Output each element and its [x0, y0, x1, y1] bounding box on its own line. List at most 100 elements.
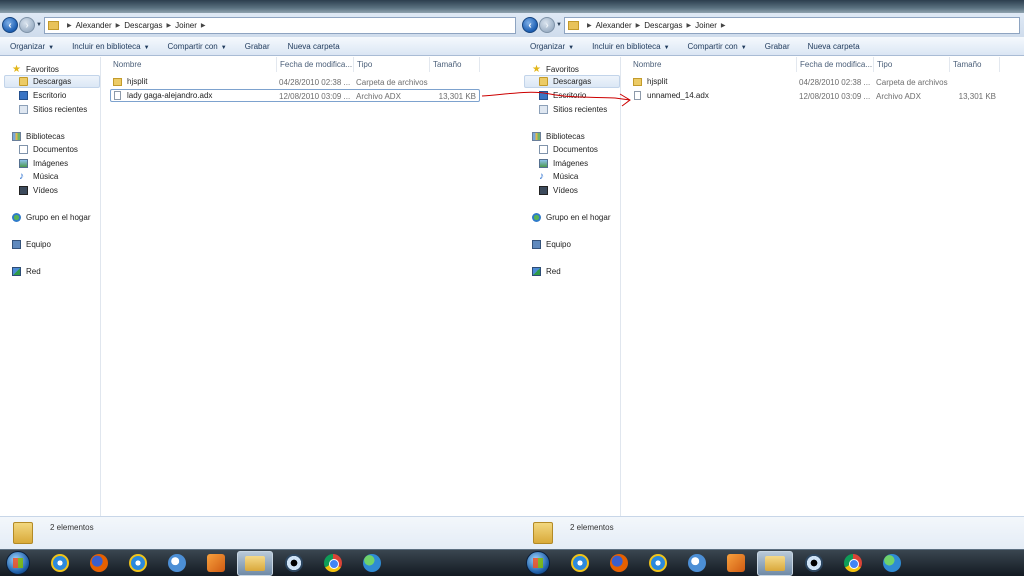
chevron-right-icon[interactable]: ▶ [166, 22, 171, 29]
breadcrumb-item[interactable]: Joiner [695, 21, 717, 30]
column-divider[interactable] [873, 57, 874, 72]
nav-favorites[interactable]: ★ Favoritos [12, 63, 59, 75]
forward-button[interactable]: › [539, 17, 555, 33]
column-divider[interactable] [353, 57, 354, 72]
nav-images[interactable]: Imágenes [19, 157, 68, 169]
chevron-right-icon[interactable]: ▶ [636, 22, 641, 29]
file-row[interactable]: hjsplit 04/28/2010 02:38 ... Carpeta de … [630, 76, 1000, 89]
column-date-modified[interactable]: Fecha de modifica... [280, 60, 352, 69]
column-name[interactable]: Nombre [633, 60, 661, 69]
title-bar[interactable] [0, 0, 520, 13]
taskbar-app-chrome[interactable] [835, 551, 871, 576]
file-icon [114, 91, 121, 100]
file-row[interactable]: lady gaga-alejandro.adx 12/08/2010 03:09… [110, 89, 480, 102]
chevron-right-icon[interactable]: ▶ [686, 22, 691, 29]
address-bar[interactable]: ▶ Alexander ▶ Descargas ▶ Joiner ▶ [43, 16, 516, 34]
organize-button[interactable]: Organizar ▼ [530, 42, 574, 51]
taskbar-app-messenger[interactable] [679, 551, 715, 576]
forward-button[interactable]: › [19, 17, 35, 33]
chevron-right-icon[interactable]: ▶ [67, 22, 72, 29]
taskbar-app-media-player[interactable] [198, 551, 234, 576]
include-in-library-button[interactable]: Incluir en biblioteca ▼ [592, 42, 669, 51]
start-button[interactable] [526, 551, 550, 575]
nav-documents[interactable]: Documentos [539, 143, 598, 155]
taskbar-app-messenger[interactable] [159, 551, 195, 576]
column-size[interactable]: Tamaño [953, 60, 981, 69]
nav-network[interactable]: Red [12, 265, 41, 277]
recent-pages-dropdown[interactable]: ▼ [556, 22, 562, 28]
chevron-right-icon[interactable]: ▶ [116, 22, 121, 29]
taskbar-app-explorer[interactable] [757, 550, 793, 576]
nav-music[interactable]: ♪ Música [539, 170, 578, 182]
burn-button[interactable]: Grabar [245, 42, 270, 51]
nav-libraries[interactable]: Bibliotecas [12, 130, 65, 142]
nav-videos[interactable]: Vídeos [539, 184, 578, 196]
taskbar-app-firefox[interactable] [601, 551, 637, 576]
file-row[interactable]: hjsplit 04/28/2010 02:38 ... Carpeta de … [110, 76, 480, 89]
nav-recent-places[interactable]: Sitios recientes [19, 103, 87, 115]
nav-homegroup[interactable]: Grupo en el hogar [12, 211, 91, 223]
chevron-right-icon[interactable]: ▶ [201, 22, 206, 29]
address-bar[interactable]: ▶ Alexander ▶ Descargas ▶ Joiner ▶ [563, 16, 1020, 34]
taskbar-app-msn[interactable] [874, 551, 910, 576]
column-type[interactable]: Tipo [877, 60, 892, 69]
taskbar-app-explorer[interactable] [237, 550, 273, 576]
new-folder-button[interactable]: Nueva carpeta [288, 42, 340, 51]
file-name: unnamed_14.adx [633, 91, 709, 100]
nav-recent-places[interactable]: Sitios recientes [539, 103, 607, 115]
nav-favorites[interactable]: ★ Favoritos [532, 63, 579, 75]
breadcrumb-item[interactable]: Alexander [76, 21, 112, 30]
breadcrumb-item[interactable]: Alexander [596, 21, 632, 30]
nav-videos[interactable]: Vídeos [19, 184, 58, 196]
title-bar[interactable] [520, 0, 1024, 13]
nav-network[interactable]: Red [532, 265, 561, 277]
back-button[interactable]: ‹ [2, 17, 18, 33]
nav-computer[interactable]: Equipo [12, 238, 51, 250]
taskbar-app-ie[interactable] [562, 551, 598, 576]
nav-music[interactable]: ♪ Música [19, 170, 58, 182]
column-type[interactable]: Tipo [357, 60, 372, 69]
file-row[interactable]: unnamed_14.adx 12/08/2010 03:09 ... Arch… [630, 90, 1000, 103]
nav-computer[interactable]: Equipo [532, 238, 571, 250]
taskbar-app-ie[interactable] [42, 551, 78, 576]
taskbar-app-msn[interactable] [354, 551, 390, 576]
chevron-right-icon[interactable]: ▶ [587, 22, 592, 29]
breadcrumb-item[interactable]: Descargas [644, 21, 682, 30]
nav-homegroup[interactable]: Grupo en el hogar [532, 211, 611, 223]
column-name[interactable]: Nombre [113, 60, 141, 69]
start-button[interactable] [6, 551, 30, 575]
nav-desktop[interactable]: Escritorio [539, 89, 586, 101]
share-with-button[interactable]: Compartir con ▼ [168, 42, 227, 51]
column-divider[interactable] [999, 57, 1000, 72]
column-size[interactable]: Tamaño [433, 60, 461, 69]
organize-button[interactable]: Organizar ▼ [10, 42, 54, 51]
taskbar-app-ie[interactable] [120, 551, 156, 576]
column-date-modified[interactable]: Fecha de modifica... [800, 60, 872, 69]
column-divider[interactable] [796, 57, 797, 72]
burn-button[interactable]: Grabar [765, 42, 790, 51]
nav-desktop[interactable]: Escritorio [19, 89, 66, 101]
column-divider[interactable] [429, 57, 430, 72]
taskbar-app-firefox[interactable] [81, 551, 117, 576]
new-folder-button[interactable]: Nueva carpeta [808, 42, 860, 51]
column-divider[interactable] [949, 57, 950, 72]
column-divider[interactable] [276, 57, 277, 72]
share-with-button[interactable]: Compartir con ▼ [688, 42, 747, 51]
recent-pages-dropdown[interactable]: ▼ [36, 22, 42, 28]
taskbar-app-ie[interactable] [640, 551, 676, 576]
chevron-right-icon[interactable]: ▶ [721, 22, 726, 29]
taskbar-app-viewer[interactable] [276, 551, 312, 576]
taskbar-app-viewer[interactable] [796, 551, 832, 576]
breadcrumb-item[interactable]: Joiner [175, 21, 197, 30]
include-in-library-button[interactable]: Incluir en biblioteca ▼ [72, 42, 149, 51]
nav-downloads[interactable]: Descargas [524, 75, 620, 88]
breadcrumb-item[interactable]: Descargas [124, 21, 162, 30]
nav-documents[interactable]: Documentos [19, 143, 78, 155]
column-divider[interactable] [479, 57, 480, 72]
nav-downloads[interactable]: Descargas [4, 75, 100, 88]
taskbar-app-chrome[interactable] [315, 551, 351, 576]
nav-images[interactable]: Imágenes [539, 157, 588, 169]
back-button[interactable]: ‹ [522, 17, 538, 33]
nav-libraries[interactable]: Bibliotecas [532, 130, 585, 142]
taskbar-app-media-player[interactable] [718, 551, 754, 576]
